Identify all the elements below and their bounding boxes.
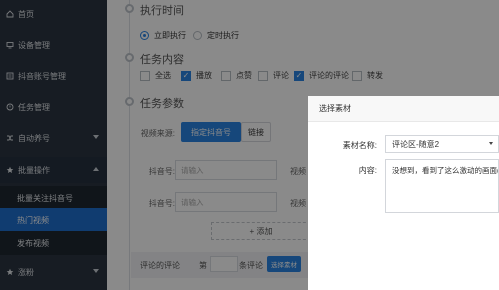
modal-title: 选择素材 (319, 104, 351, 113)
content-textarea[interactable]: 没想到，看到了这么激动的画面(丰 (385, 159, 499, 213)
dropdown-arrow-icon (489, 142, 493, 145)
material-name-value: 评论区-随意2 (392, 139, 440, 149)
material-name-select[interactable]: 评论区-随意2 (385, 135, 499, 153)
material-name-label: 素材名称: (342, 141, 377, 150)
content-label: 内容: (358, 166, 377, 175)
modal-header: 选择素材 (308, 96, 499, 122)
select-material-modal: 选择素材 素材名称: 评论区-随意2 内容: 没想到，看到了这么激动的画面(丰 (308, 96, 499, 290)
